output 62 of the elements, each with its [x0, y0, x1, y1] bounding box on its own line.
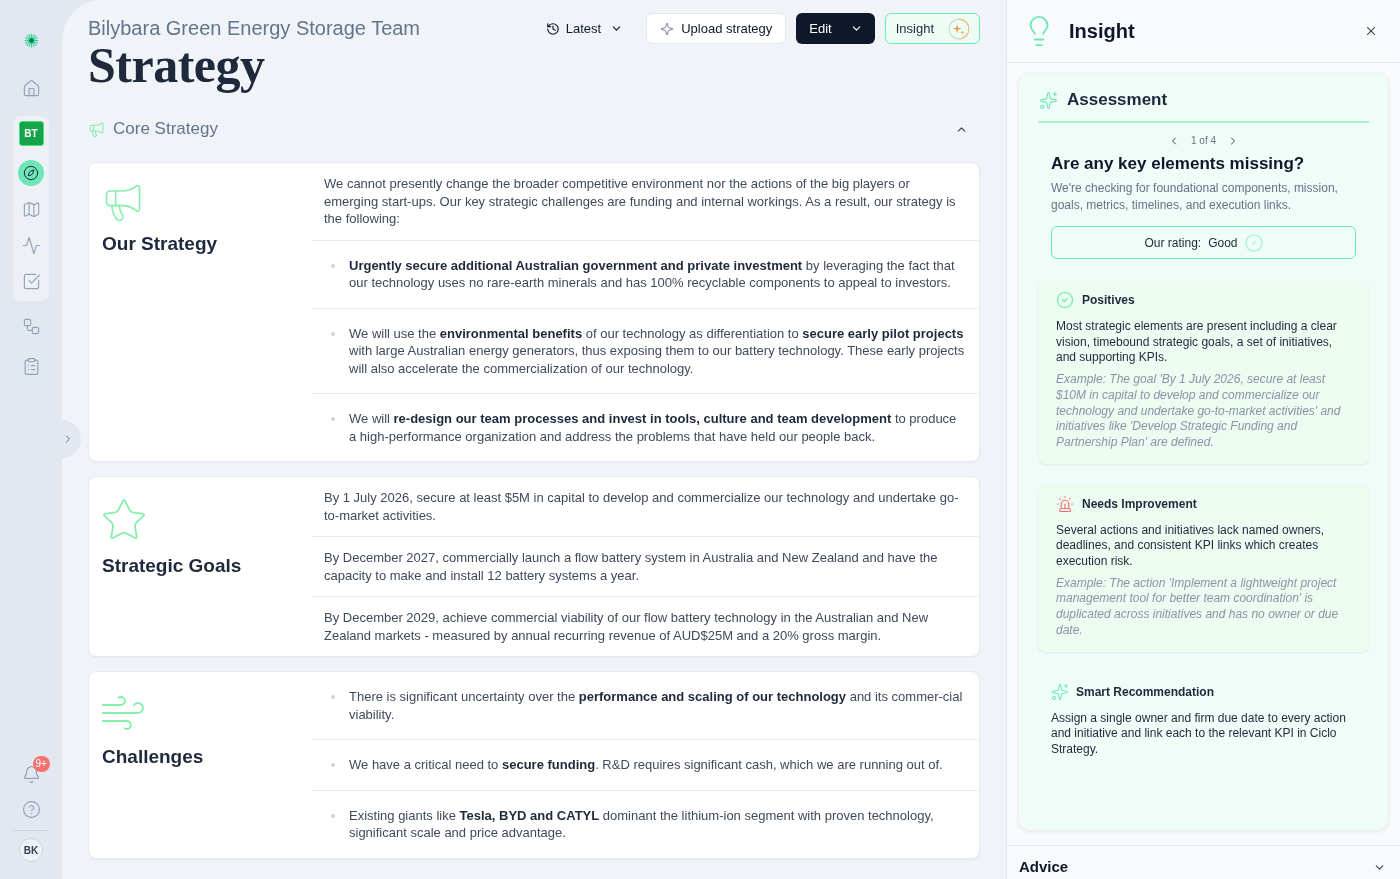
finding-title: Positives [1082, 292, 1135, 309]
bullet-text: We have a critical need to secure funding. R&D requires significant cash, which we are running out of. [349, 756, 943, 774]
checkbox-icon[interactable] [21, 271, 41, 291]
check-circle-icon [1056, 291, 1074, 309]
compass-icon[interactable] [18, 160, 44, 186]
siren-icon [1056, 494, 1074, 513]
bullet-icon [331, 417, 335, 421]
workflow-icon[interactable] [21, 316, 41, 336]
megaphone-icon [88, 120, 105, 138]
assessment-title: Assessment [1067, 89, 1168, 111]
ring-icon [1244, 233, 1263, 252]
card-text: By December 2029, achieve commercial viability of our flow battery technology in the Australian and New Zealand markets - measured by annual recurring revenue of AUD$25M and a 20% gross margin. [324, 609, 930, 644]
insight-button[interactable]: Insight [884, 13, 980, 44]
bullet-icon [331, 695, 335, 699]
bullet-text: Urgently secure additional Australian government and private investment by leveraging the fact that our technology uses no rare-earth minerals and has 100% recyclable components to appeal to investors. [349, 256, 956, 292]
finding-text: Several actions and initiatives lack named owners, deadlines, and consistent KPI links which creates execution risk. [1056, 522, 1326, 570]
home-icon[interactable] [21, 78, 41, 98]
bullet-text: We will re-design our team processes and invest in tools, culture and team development to produce a high-performance organization and address the problems that have held our people back. [349, 410, 958, 445]
notification-badge: 9+ [32, 756, 50, 772]
sparkle-icon [660, 21, 675, 36]
card-title: Challenges [102, 745, 204, 769]
rating-value: Good [1208, 234, 1238, 252]
bullet-icon [331, 813, 335, 818]
advice-title[interactable]: Advice [1019, 858, 1069, 876]
history-icon [545, 21, 560, 36]
map-icon[interactable] [21, 199, 41, 219]
page-title: Strategy [88, 39, 265, 91]
user-avatar[interactable]: BK [19, 838, 43, 862]
card-text: We cannot presently change the broader competitive environment nor the actions of the big players or emerging start-ups. Our key strategic challenges are funding and internal workings. As a result, our strategy is the following: [324, 175, 957, 228]
card-title: Strategic Goals [102, 554, 242, 578]
recommendation-title: Smart Recommendation [1076, 683, 1215, 701]
bullet-text: Existing giants like Tesla, BYD and CATYL dominant the lithium-ion segment with proven technology, significant scale and price advantage. [349, 806, 935, 842]
page-indicator: 1 of 4 [1191, 134, 1216, 148]
section-title: Core Strategy [113, 118, 218, 140]
bullet-icon [331, 263, 335, 268]
card-title: Our Strategy [102, 232, 218, 256]
edit-button[interactable]: Edit [796, 13, 875, 44]
example-text: Example: The goal 'By 1 July 2026, secure at least $10M in capital to develop and commercialize our technology and undertake go-to-market activities' and initiatives like 'Develop Strategic Funding and Partnership Plan' are defined. [1056, 372, 1342, 451]
bullet-icon [331, 763, 335, 767]
logo-icon[interactable] [23, 33, 39, 48]
version-dropdown[interactable]: Latest [545, 13, 624, 44]
finding-title: Needs Improvement [1082, 495, 1197, 513]
activity-icon[interactable] [21, 235, 41, 255]
question-title: Are any key elements missing? [1051, 153, 1306, 175]
upload-strategy-button[interactable]: Upload strategy [646, 13, 787, 44]
team-name: Bilybara Green Energy Storage Team [88, 17, 421, 39]
recommendation-text: Assign a single owner and firm due date to every action and initiative and link each to the relevant KPI in Ciclo Strategy. [1051, 710, 1347, 758]
question-description: We're checking for foundational components, mission, goals, metrics, timelines, and execution links. [1051, 180, 1339, 214]
sparkles-icon [1051, 682, 1069, 701]
finding-text: Most strategic elements are present including a clear vision, timebound strategic goals, a set of initiatives, and supporting KPIs. [1056, 319, 1338, 367]
card-text: By 1 July 2026, secure at least $5M in capital to develop and commercialize our technology and undertake go-to-market activities. [324, 489, 960, 524]
card-text: By December 2027, commercially launch a flow battery system in Australia and New Zealand and have the capacity to make and install 12 battery systems a year. [324, 549, 939, 584]
bullet-text: There is significant uncertainty over the performance and scaling of our technology and its commer-cial viability. [349, 688, 964, 723]
bullet-text: We will use the environmental benefits of our technology as differentiation to secure early pilot projects with large Australian energy generators, thus exposing them to our battery technology. These early projects will also accelerate the commercialization of our technology. [349, 324, 966, 377]
example-text: Example: The action 'Implement a lightweight project management tool for better team coordination' is duplicated across initiatives and has no owner or due date. [1056, 575, 1340, 639]
bullet-icon [331, 331, 335, 336]
sparkles-ring-icon [948, 17, 970, 40]
sparkles-icon [1039, 90, 1058, 110]
panel-title: Insight [1069, 19, 1135, 43]
rating-label: Our rating: [1144, 234, 1202, 252]
close-icon[interactable] [1364, 24, 1378, 38]
help-icon[interactable] [21, 799, 41, 819]
